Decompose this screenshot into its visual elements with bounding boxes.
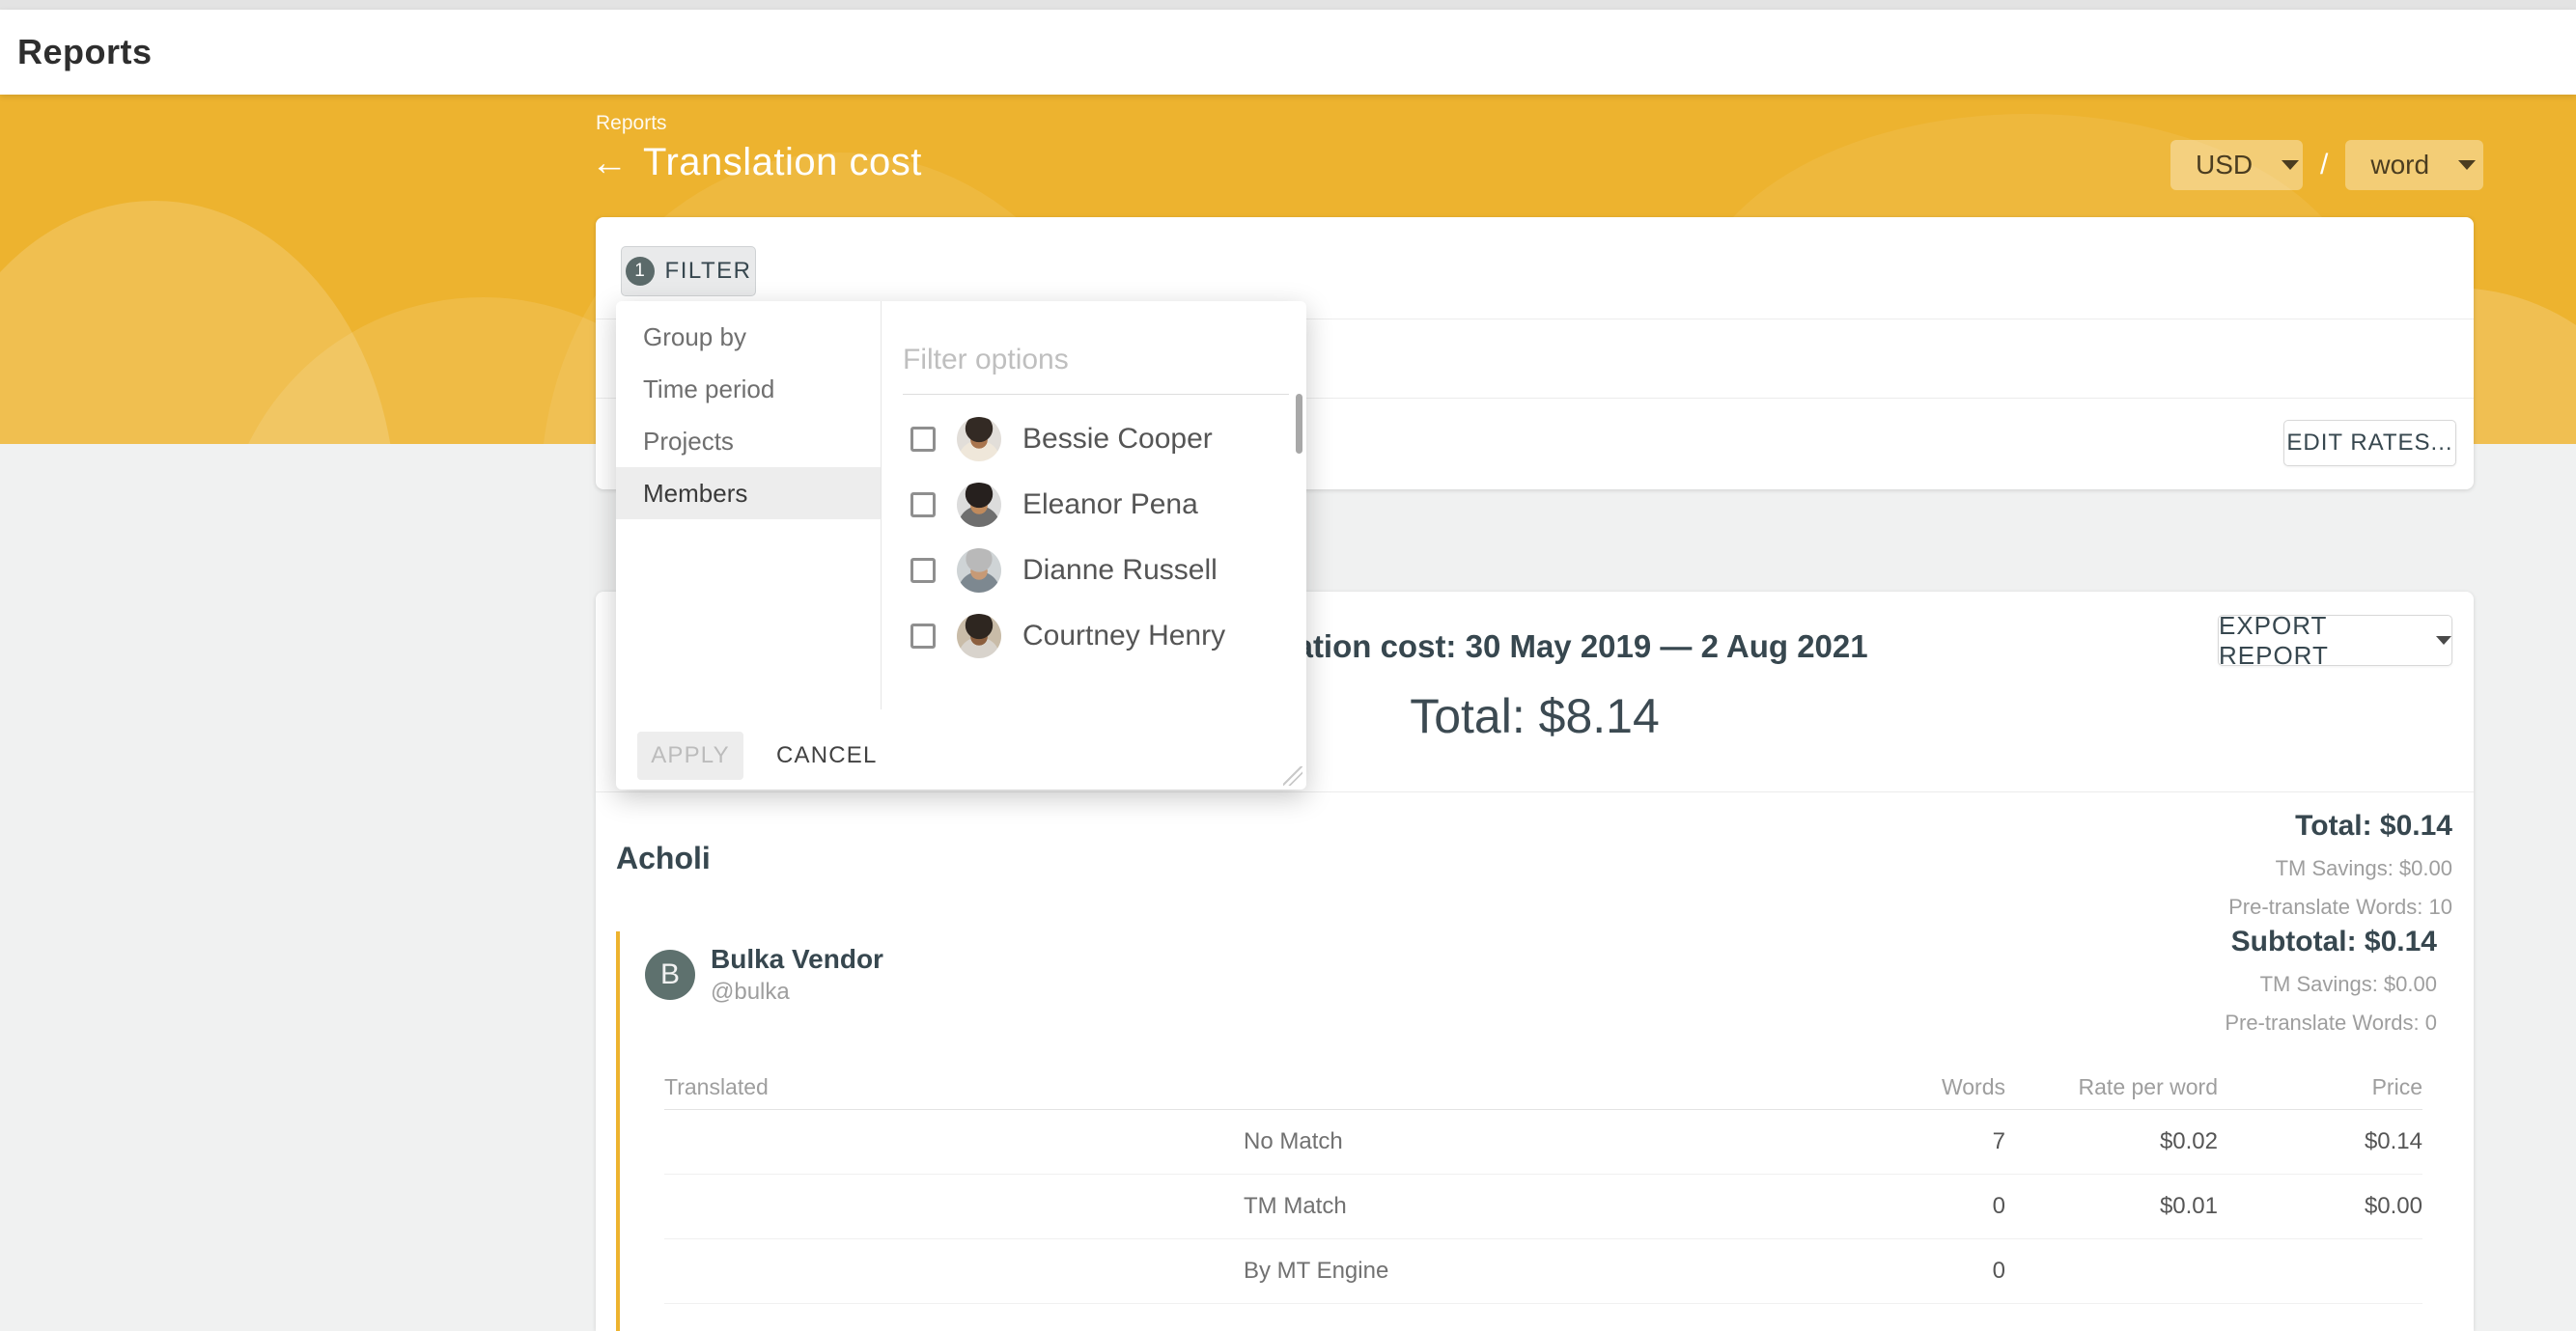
filter-options-input[interactable]: Filter options [903,344,1289,395]
table-row: By MT Engine 0 [664,1239,2422,1304]
row-words: 0 [1812,1258,2005,1285]
row-label: By MT Engine [1219,1258,1812,1285]
menu-item-projects[interactable]: Projects [616,415,881,467]
filter-button[interactable]: 1 FILTER [621,246,756,296]
row-price: $0.14 [2218,1128,2422,1155]
menu-item-group-by[interactable]: Group by [616,311,881,363]
cost-table: Translated Words Rate per word Price No … [664,1066,2422,1304]
chevron-down-icon [2436,636,2451,645]
member-options-list: Bessie Cooper Eleanor Pena Dianne Russel… [903,406,1289,669]
row-words: 0 [1812,1193,2005,1220]
vendor-tm-savings: TM Savings: $0.00 [2225,972,2437,997]
vendor-name: Bulka Vendor [711,944,883,975]
row-rate: $0.02 [2005,1128,2218,1155]
cancel-button[interactable]: CANCEL [776,742,878,769]
banner-title-row: ← Translation cost [591,141,922,184]
avatar [957,483,1001,527]
member-name: Dianne Russell [1022,554,1218,587]
vendor-names: Bulka Vendor @bulka [711,944,883,1006]
filter-dropdown-footer: APPLY CANCEL [616,709,1306,790]
avatar [957,417,1001,461]
language-heading: Acholi [616,841,711,876]
vendor-summary: Subtotal: $0.14 TM Savings: $0.00 Pre-tr… [2225,926,2437,1036]
apply-button[interactable]: APPLY [637,732,743,780]
checkbox[interactable] [910,492,936,517]
row-label: No Match [1219,1128,1812,1155]
menu-item-time-period[interactable]: Time period [616,363,881,415]
currency-value: USD [2196,150,2253,180]
row-label: TM Match [1219,1193,1812,1220]
divider [596,791,2474,792]
vendor-avatar: B [645,950,695,1000]
menu-item-members[interactable]: Members [616,467,881,519]
filter-dropdown: Group by Time period Projects Members Fi… [616,301,1306,790]
unit-selectors: USD / word [2170,140,2483,190]
row-words: 7 [1812,1128,2005,1155]
table-row: TM Match 0 $0.01 $0.00 [664,1175,2422,1239]
summary-tm-savings: TM Savings: $0.00 [2228,856,2452,881]
vendor-subtotal: Subtotal: $0.14 [2225,926,2437,958]
row-rate: $0.01 [2005,1193,2218,1220]
currency-select[interactable]: USD [2170,140,2303,190]
chevron-down-icon [2282,160,2299,170]
filter-menu: Group by Time period Projects Members [616,301,882,709]
chevron-down-icon [2458,160,2476,170]
filter-count-badge: 1 [626,257,655,286]
table-row: No Match 7 $0.02 $0.14 [664,1110,2422,1175]
back-arrow-icon[interactable]: ← [591,145,628,181]
banner-title: Translation cost [643,141,922,184]
member-option[interactable]: Eleanor Pena [903,472,1289,538]
avatar [957,614,1001,658]
summary-total: Total: $0.14 [2228,810,2452,843]
filter-button-label: FILTER [665,258,752,285]
unit-value: word [2370,150,2429,180]
edit-rates-button[interactable]: EDIT RATES... [2283,420,2456,466]
member-name: Eleanor Pena [1022,488,1198,521]
resize-handle-icon[interactable] [1283,766,1302,786]
row-price: $0.00 [2218,1193,2422,1220]
member-option[interactable]: Courtney Henry [903,603,1289,669]
vendor-section: B Bulka Vendor @bulka Subtotal: $0.14 TM… [616,931,2454,1331]
header-price: Price [2218,1074,2422,1100]
report-summary: Total: $0.14 TM Savings: $0.00 Pre-trans… [2228,810,2452,920]
export-report-button[interactable]: EXPORT REPORT [2218,615,2452,666]
cost-table-header: Translated Words Rate per word Price [664,1066,2422,1110]
avatar [957,548,1001,593]
filter-options-panel: Filter options Bessie Cooper Eleanor Pen… [882,301,1306,709]
member-name: Bessie Cooper [1022,423,1213,456]
scrollbar-thumb[interactable] [1296,394,1302,454]
export-report-label: EXPORT REPORT [2219,611,2419,671]
filter-dropdown-body: Group by Time period Projects Members Fi… [616,301,1306,709]
member-name: Courtney Henry [1022,620,1225,652]
summary-pretranslate: Pre-translate Words: 10 [2228,895,2452,920]
unit-select[interactable]: word [2345,140,2483,190]
window-top-strip [0,0,2576,10]
member-option[interactable]: Dianne Russell [903,538,1289,603]
header-rate: Rate per word [2005,1074,2218,1100]
header-translated: Translated [664,1074,1219,1100]
vendor-header: B Bulka Vendor @bulka [645,944,2454,1006]
filter-options-placeholder: Filter options [903,344,1069,375]
vendor-username: @bulka [711,979,883,1006]
unit-separator: / [2320,149,2328,181]
checkbox[interactable] [910,427,936,452]
app-header: Reports [0,10,2576,95]
breadcrumb: Reports [596,112,667,135]
checkbox[interactable] [910,624,936,649]
vendor-pretranslate: Pre-translate Words: 0 [2225,1011,2437,1036]
checkbox[interactable] [910,558,936,583]
header-words: Words [1812,1074,2005,1100]
reports-page: Reports Reports ← Translation cost USD /… [0,0,2576,1331]
page-title: Reports [17,32,153,72]
member-option[interactable]: Bessie Cooper [903,406,1289,472]
